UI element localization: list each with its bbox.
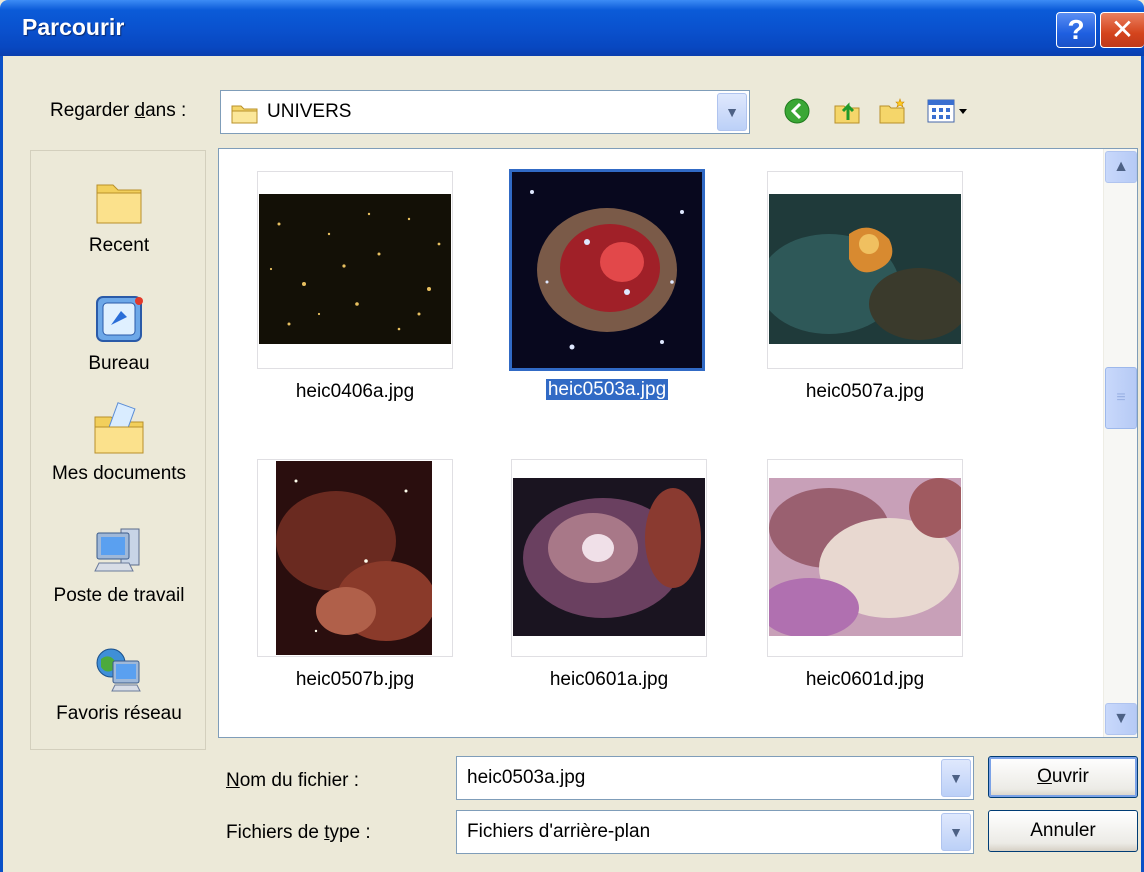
network-places-icon bbox=[96, 648, 141, 692]
window-title: Parcourir bbox=[22, 14, 125, 40]
thumbnail-frame bbox=[767, 459, 963, 657]
file-type-dropdown[interactable]: Fichiers d'arrière-plan ▼ bbox=[456, 810, 974, 854]
desktop-icon bbox=[96, 296, 143, 342]
image-preview bbox=[512, 172, 702, 368]
file-name: heic0503a.jpg bbox=[544, 378, 670, 401]
place-recent[interactable]: Recent bbox=[31, 173, 207, 257]
scroll-up-button[interactable]: ▲ bbox=[1105, 151, 1137, 183]
help-button[interactable]: ? bbox=[1056, 12, 1096, 48]
scroll-down-button[interactable]: ▼ bbox=[1105, 703, 1137, 735]
thumbnail-frame bbox=[257, 171, 453, 369]
title-bar[interactable]: Parcourir ? ✕ bbox=[0, 0, 1144, 56]
vertical-scrollbar[interactable]: ▲ ≡ ▼ bbox=[1103, 149, 1137, 737]
up-folder-icon[interactable] bbox=[832, 96, 862, 126]
my-documents-icon bbox=[94, 402, 144, 454]
place-my-documents[interactable]: Mes documents bbox=[31, 401, 207, 485]
file-name-value: heic0503a.jpg bbox=[467, 767, 586, 788]
open-button[interactable]: Ouvrir bbox=[988, 756, 1138, 798]
file-name: heic0601d.jpg bbox=[805, 669, 925, 690]
file-name-input[interactable]: heic0503a.jpg ▼ bbox=[456, 756, 974, 800]
chevron-down-icon[interactable]: ▼ bbox=[717, 93, 747, 131]
chevron-down-icon[interactable]: ▼ bbox=[941, 813, 971, 851]
file-list[interactable]: heic0406a.jpg heic0503a.jpg heic0507a.jp… bbox=[218, 148, 1138, 738]
place-desktop[interactable]: Bureau bbox=[31, 291, 207, 375]
thumbnail-frame bbox=[767, 171, 963, 369]
new-folder-icon[interactable] bbox=[878, 96, 908, 126]
place-label: Bureau bbox=[88, 353, 150, 374]
image-preview bbox=[769, 478, 961, 636]
place-label: Favoris réseau bbox=[56, 703, 182, 724]
place-label: Poste de travail bbox=[53, 585, 185, 606]
folder-icon bbox=[231, 105, 258, 124]
look-in-dropdown[interactable]: UNIVERS ▼ bbox=[220, 90, 750, 134]
place-network[interactable]: Favoris réseau bbox=[31, 641, 207, 725]
place-label: Mes documents bbox=[51, 463, 187, 484]
place-my-computer[interactable]: Poste de travail bbox=[31, 523, 207, 607]
chevron-down-icon[interactable]: ▼ bbox=[941, 759, 971, 797]
thumbnail-frame bbox=[511, 459, 707, 657]
thumbnail-frame bbox=[257, 459, 453, 657]
file-name: heic0507b.jpg bbox=[295, 669, 415, 690]
file-name-label: Nom du fichier : bbox=[226, 770, 360, 791]
place-label: Recent bbox=[88, 235, 150, 256]
file-name: heic0406a.jpg bbox=[295, 381, 415, 402]
close-button[interactable]: ✕ bbox=[1100, 12, 1144, 48]
file-name: heic0601a.jpg bbox=[549, 669, 669, 690]
cancel-button[interactable]: Annuler bbox=[988, 810, 1138, 852]
places-bar: Recent Bureau Mes documents Poste de tra… bbox=[30, 150, 206, 750]
thumbnail-frame bbox=[509, 169, 705, 371]
file-name: heic0507a.jpg bbox=[805, 381, 925, 402]
image-preview bbox=[513, 478, 705, 636]
recent-folder-icon bbox=[96, 184, 142, 224]
look-in-label: Regarder dans : bbox=[50, 100, 187, 121]
view-menu-icon[interactable] bbox=[926, 96, 972, 126]
look-in-value: UNIVERS bbox=[267, 101, 352, 122]
back-icon[interactable] bbox=[782, 96, 812, 126]
image-preview bbox=[276, 461, 432, 655]
file-type-label: Fichiers de type : bbox=[226, 822, 371, 843]
my-computer-icon bbox=[94, 528, 140, 572]
scroll-thumb[interactable]: ≡ bbox=[1105, 367, 1137, 429]
file-type-value: Fichiers d'arrière-plan bbox=[467, 821, 651, 842]
image-preview bbox=[259, 194, 451, 344]
image-preview bbox=[769, 194, 961, 344]
